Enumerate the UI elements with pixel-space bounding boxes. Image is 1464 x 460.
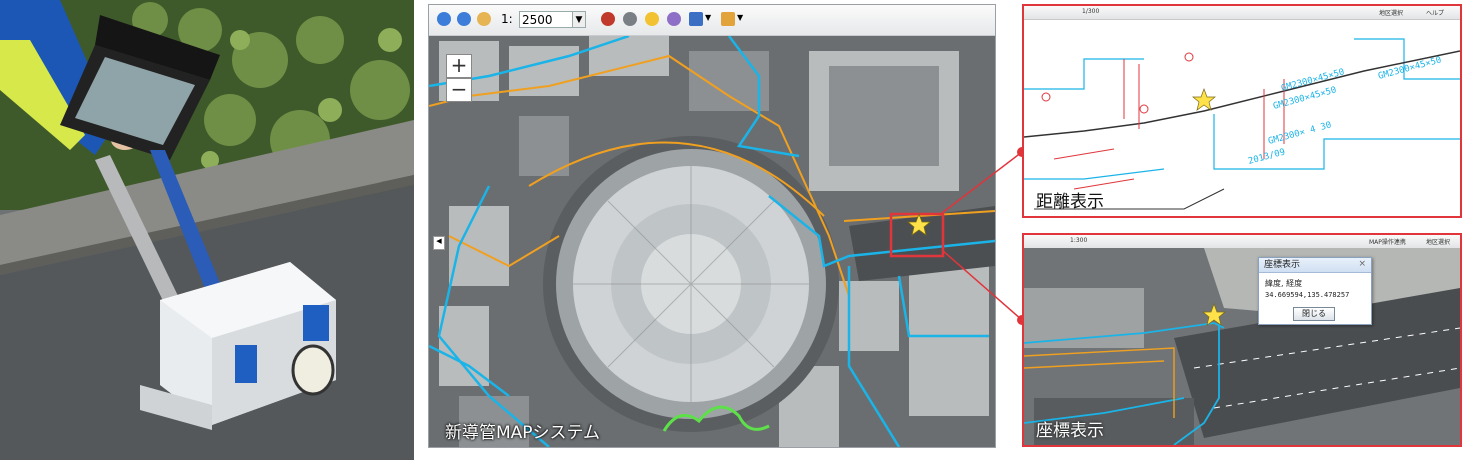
- district-select-button[interactable]: 地区選択: [1379, 8, 1403, 17]
- coordinate-display-inset: 1:300 MAP操作連携 地区選択 座標表示 × 緯度, 経度 34.6695…: [1022, 233, 1462, 447]
- district-select-button[interactable]: 地区選択: [1426, 237, 1450, 246]
- location-star-icon: [1192, 88, 1216, 111]
- inset-toolbar: 1:300 MAP操作連携 地区選択: [1024, 235, 1460, 249]
- dialog-title: 座標表示: [1259, 258, 1371, 273]
- pipe-label: 2013/09: [1247, 147, 1286, 166]
- map-link-button[interactable]: MAP操作連携: [1369, 237, 1406, 246]
- help-button[interactable]: ヘルプ: [1426, 8, 1444, 17]
- distance-display-inset: 1/300 地区選択 ヘルプ GM2300×45×50 GM2300×45×50…: [1022, 4, 1462, 218]
- inset-scale-value[interactable]: 1:300: [1070, 237, 1087, 244]
- distance-caption: 距離表示: [1036, 192, 1104, 212]
- lat-lng-label: 緯度, 経度: [1265, 279, 1303, 288]
- pipe-label: GM2300× 4 30: [1267, 120, 1332, 146]
- coordinate-caption: 座標表示: [1036, 421, 1104, 441]
- coordinate-dialog: 座標表示 × 緯度, 経度 34.669594,135.478257 閉じる: [1258, 257, 1372, 325]
- pipe-label: GM2300×45×50: [1377, 55, 1442, 81]
- lat-lng-value: 34.669594,135.478257: [1265, 291, 1350, 299]
- inset-toolbar: 1/300 地区選択 ヘルプ: [1024, 6, 1460, 20]
- close-icon[interactable]: ×: [1358, 259, 1366, 269]
- inset-scale-value[interactable]: 1/300: [1082, 8, 1099, 15]
- close-button[interactable]: 閉じる: [1293, 307, 1335, 321]
